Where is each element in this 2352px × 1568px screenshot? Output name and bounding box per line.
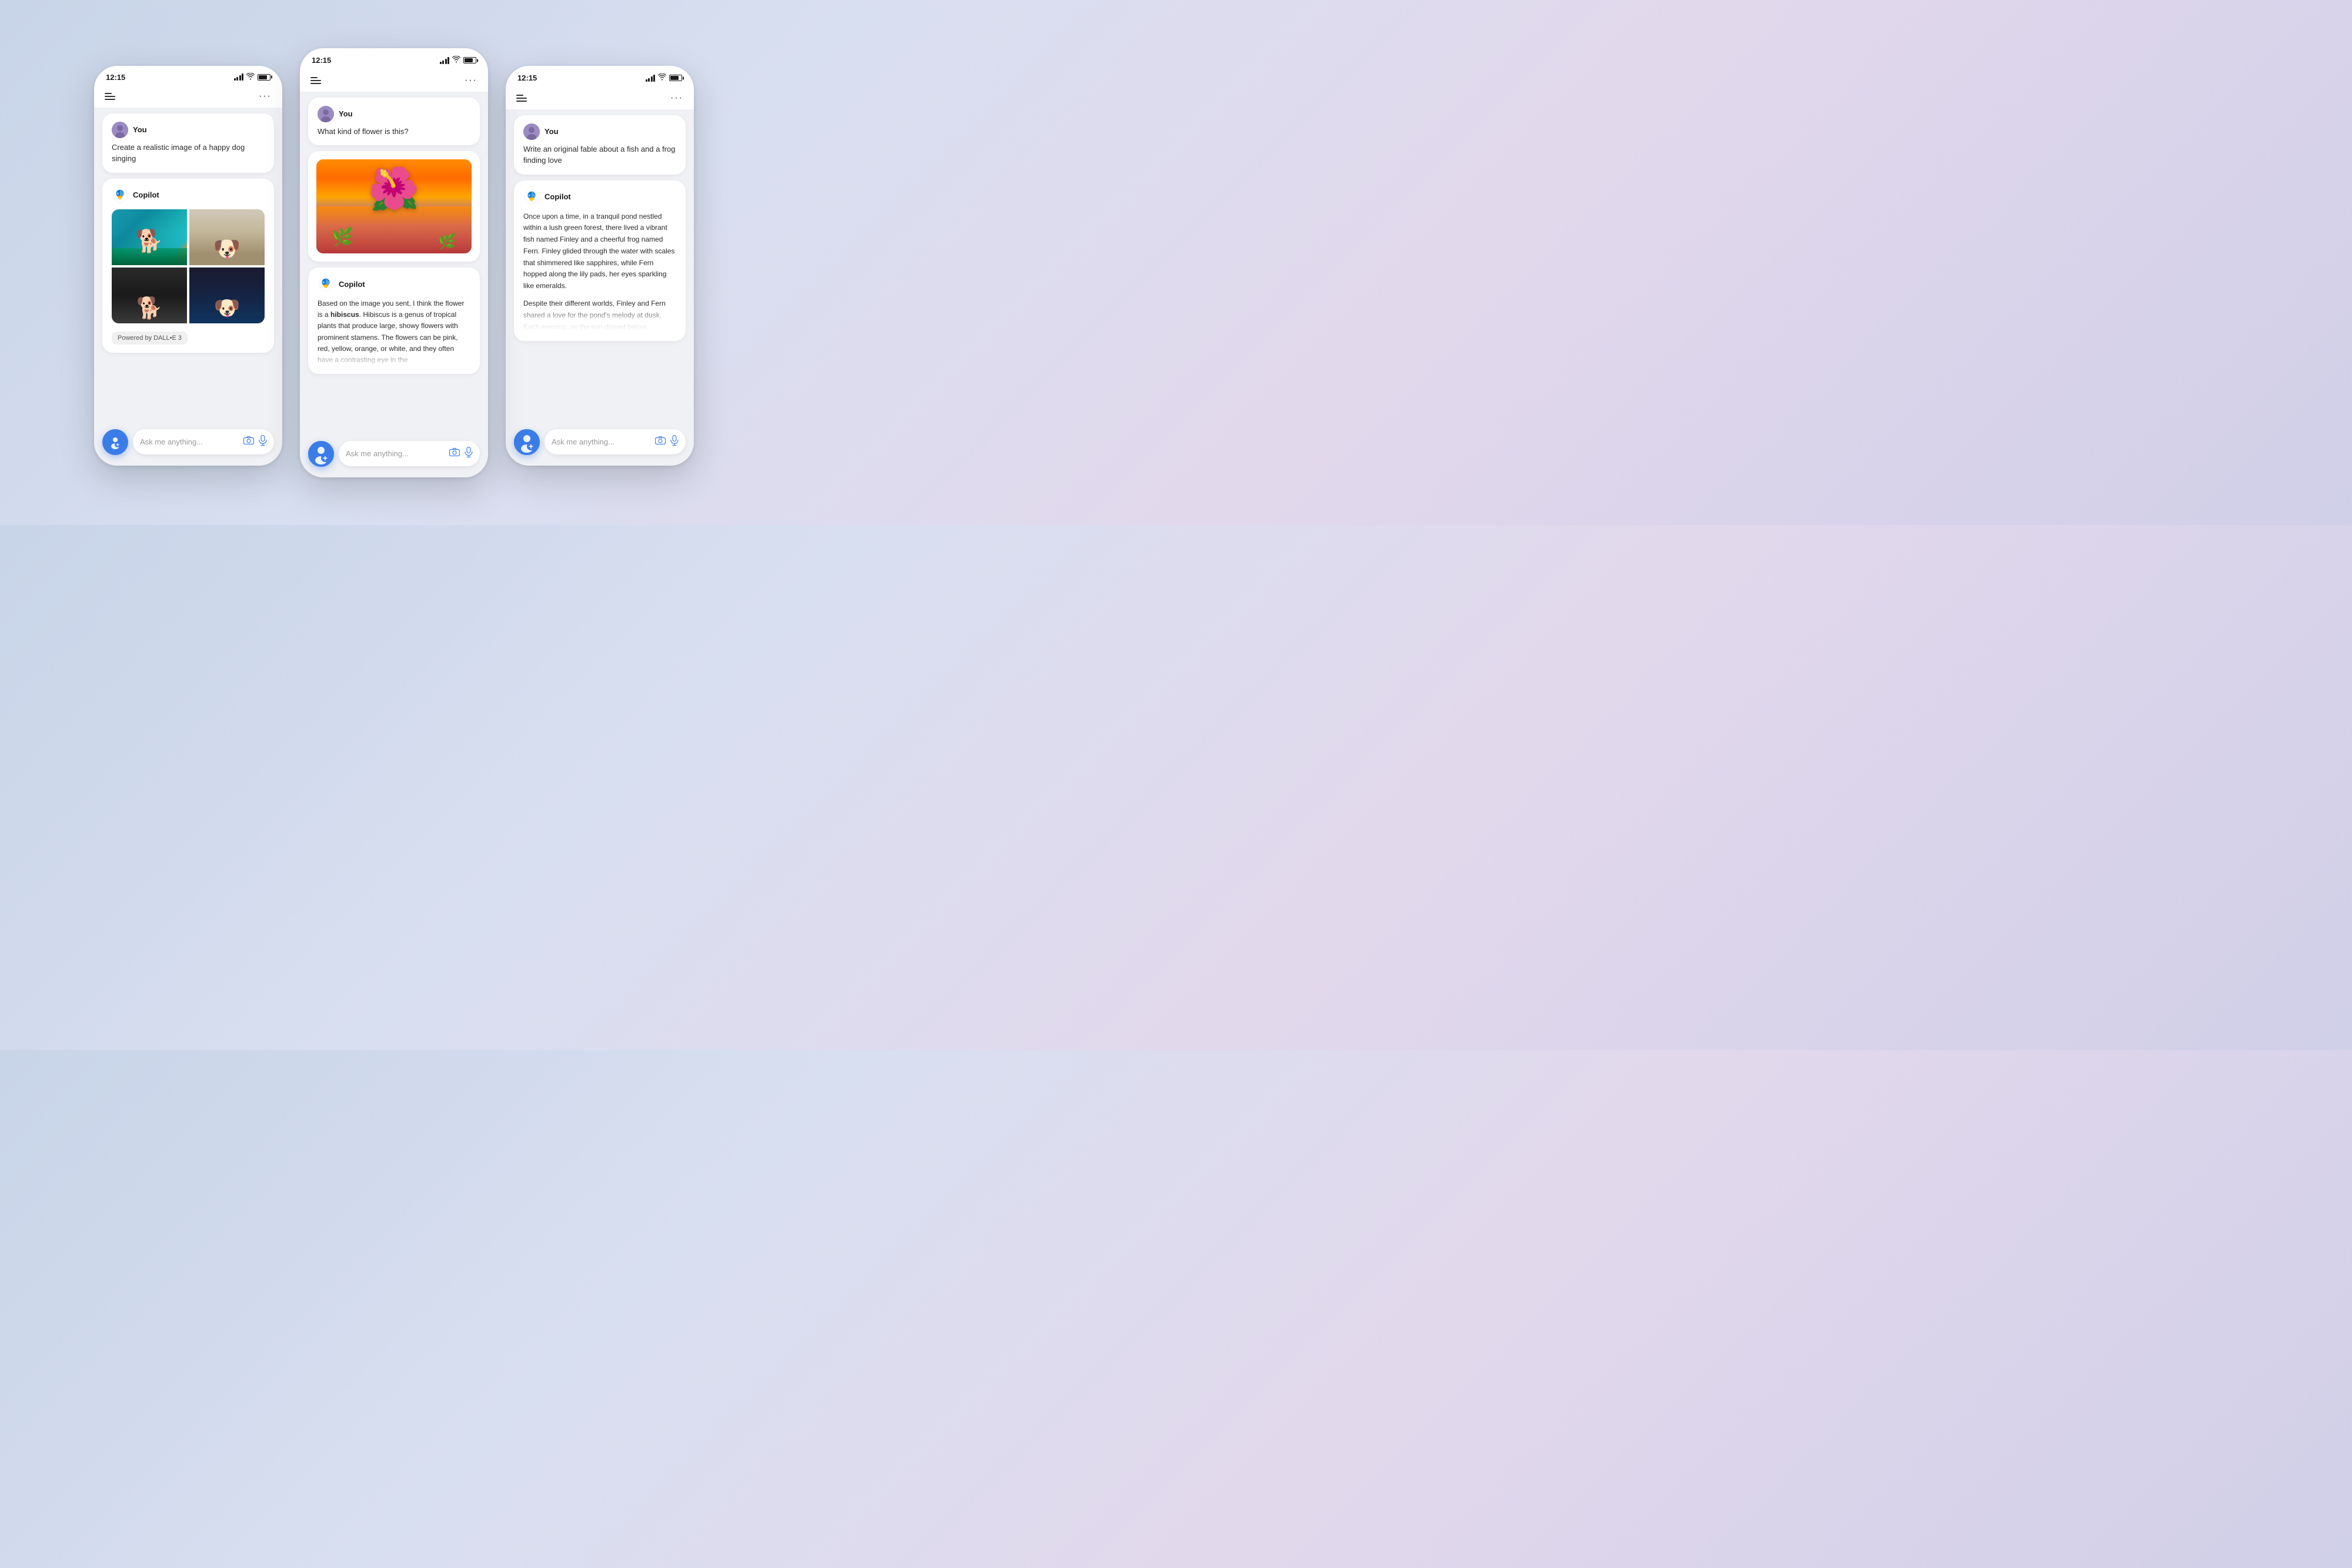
copilot-logo-center [318,276,334,292]
copilot-name-left: Copilot [133,190,159,199]
top-bar-right: ··· [506,87,694,109]
user-name-right: You [544,127,559,136]
input-actions-center [449,447,473,460]
dog-image-3: 🐕 [112,268,187,323]
flower-image-card: 🌺 🌿 🌿 [308,151,480,262]
wifi-icon-right [658,73,666,83]
user-avatar-center [318,106,334,122]
user-name-center: You [339,109,353,118]
input-box-left[interactable]: Ask me anything... [133,429,274,454]
user-text-center: What kind of flower is this? [318,126,470,138]
svg-text:+: + [116,442,119,449]
input-area-left: + Ask me anything... [94,423,282,466]
phone-right: 12:15 [506,66,694,466]
phone-body-left: You Create a realistic image of a happy … [94,108,282,466]
status-icons-left [234,73,271,82]
user-message-left: You Create a realistic image of a happy … [102,113,274,173]
battery-icon-right [669,75,682,81]
dog-image-grid: 🐕 🐶 🐕 🐶 [112,209,265,323]
copilot-name-right: Copilot [544,192,571,201]
wifi-icon-center [452,55,460,66]
user-avatar-right [523,123,540,140]
copilot-logo-left [112,187,128,203]
input-area-right: + Ask me anything... [506,423,694,466]
input-actions-right [655,435,679,449]
status-icons-right [646,73,683,83]
user-text-left: Create a realistic image of a happy dog … [112,142,265,165]
user-text-right: Write an original fable about a fish and… [523,143,676,166]
svg-text:+: + [323,453,328,463]
copilot-response-right: Copilot Once upon a time, in a tranquil … [514,180,686,342]
menu-icon-right[interactable] [516,95,527,102]
user-message-center: You What kind of flower is this? [308,98,480,146]
input-box-center[interactable]: Ask me anything... [339,441,480,466]
more-menu-icon-right[interactable]: ··· [670,93,683,103]
battery-icon [258,74,270,81]
dog-image-4: 🐶 [189,268,265,323]
copilot-response-left: Copilot 🐕 🐶 🐕 [102,179,274,353]
user-name-left: You [133,125,147,134]
battery-icon-center [463,57,476,63]
phone-left: 12:15 [94,66,282,466]
input-placeholder-left: Ask me anything... [140,437,203,446]
copilot-name-center: Copilot [339,280,365,289]
mic-icon-center[interactable] [465,447,473,460]
dog-image-2: 🐶 [189,209,265,265]
status-bar-right: 12:15 [506,66,694,87]
add-button-right[interactable]: + [514,429,540,455]
phones-container: 12:15 [82,36,706,489]
input-box-right[interactable]: Ask me anything... [544,429,686,454]
top-bar-center: ··· [300,69,488,92]
camera-icon-left[interactable] [243,436,254,447]
mic-icon-right[interactable] [670,435,679,449]
copilot-text-center: Based on the image you sent, I think the… [318,298,470,366]
input-actions-left [243,435,267,449]
camera-icon-right[interactable] [655,436,666,447]
dalle-badge: Powered by DALL•E 3 [112,332,188,345]
menu-icon-center[interactable] [310,77,321,84]
status-icons-center [440,55,477,66]
phone-body-center: You What kind of flower is this? 🌺 [300,92,488,477]
add-button-left[interactable]: + [102,429,128,455]
phone-body-right: You Write an original fable about a fish… [506,109,694,466]
more-menu-icon-center[interactable]: ··· [465,75,477,86]
svg-text:+: + [529,442,533,451]
copilot-logo-right [523,189,540,205]
input-area-center: + Ask me anything... [300,435,488,477]
mic-icon-left[interactable] [259,435,267,449]
input-placeholder-right: Ask me anything... [552,437,614,446]
signal-icon-right [646,75,656,82]
camera-icon-center[interactable] [449,448,460,459]
signal-icon-center [440,57,450,64]
user-message-right: You Write an original fable about a fish… [514,115,686,175]
copilot-response-center: Copilot Based on the image you sent, I t… [308,268,480,374]
phone-center: 12:15 [300,48,488,477]
status-bar-left: 12:15 [94,66,282,85]
dog-image-1: 🐕 [112,209,187,265]
add-button-center[interactable]: + [308,441,334,467]
top-bar-left: ··· [94,85,282,108]
time-right: 12:15 [517,73,537,82]
user-avatar-left [112,122,128,138]
time-left: 12:15 [106,73,125,82]
more-menu-icon[interactable]: ··· [259,91,272,102]
time-center: 12:15 [312,56,331,65]
status-bar-center: 12:15 [300,48,488,69]
signal-icon [234,73,244,81]
menu-icon[interactable] [105,93,115,100]
input-placeholder-center: Ask me anything... [346,449,409,458]
wifi-icon [246,73,255,82]
